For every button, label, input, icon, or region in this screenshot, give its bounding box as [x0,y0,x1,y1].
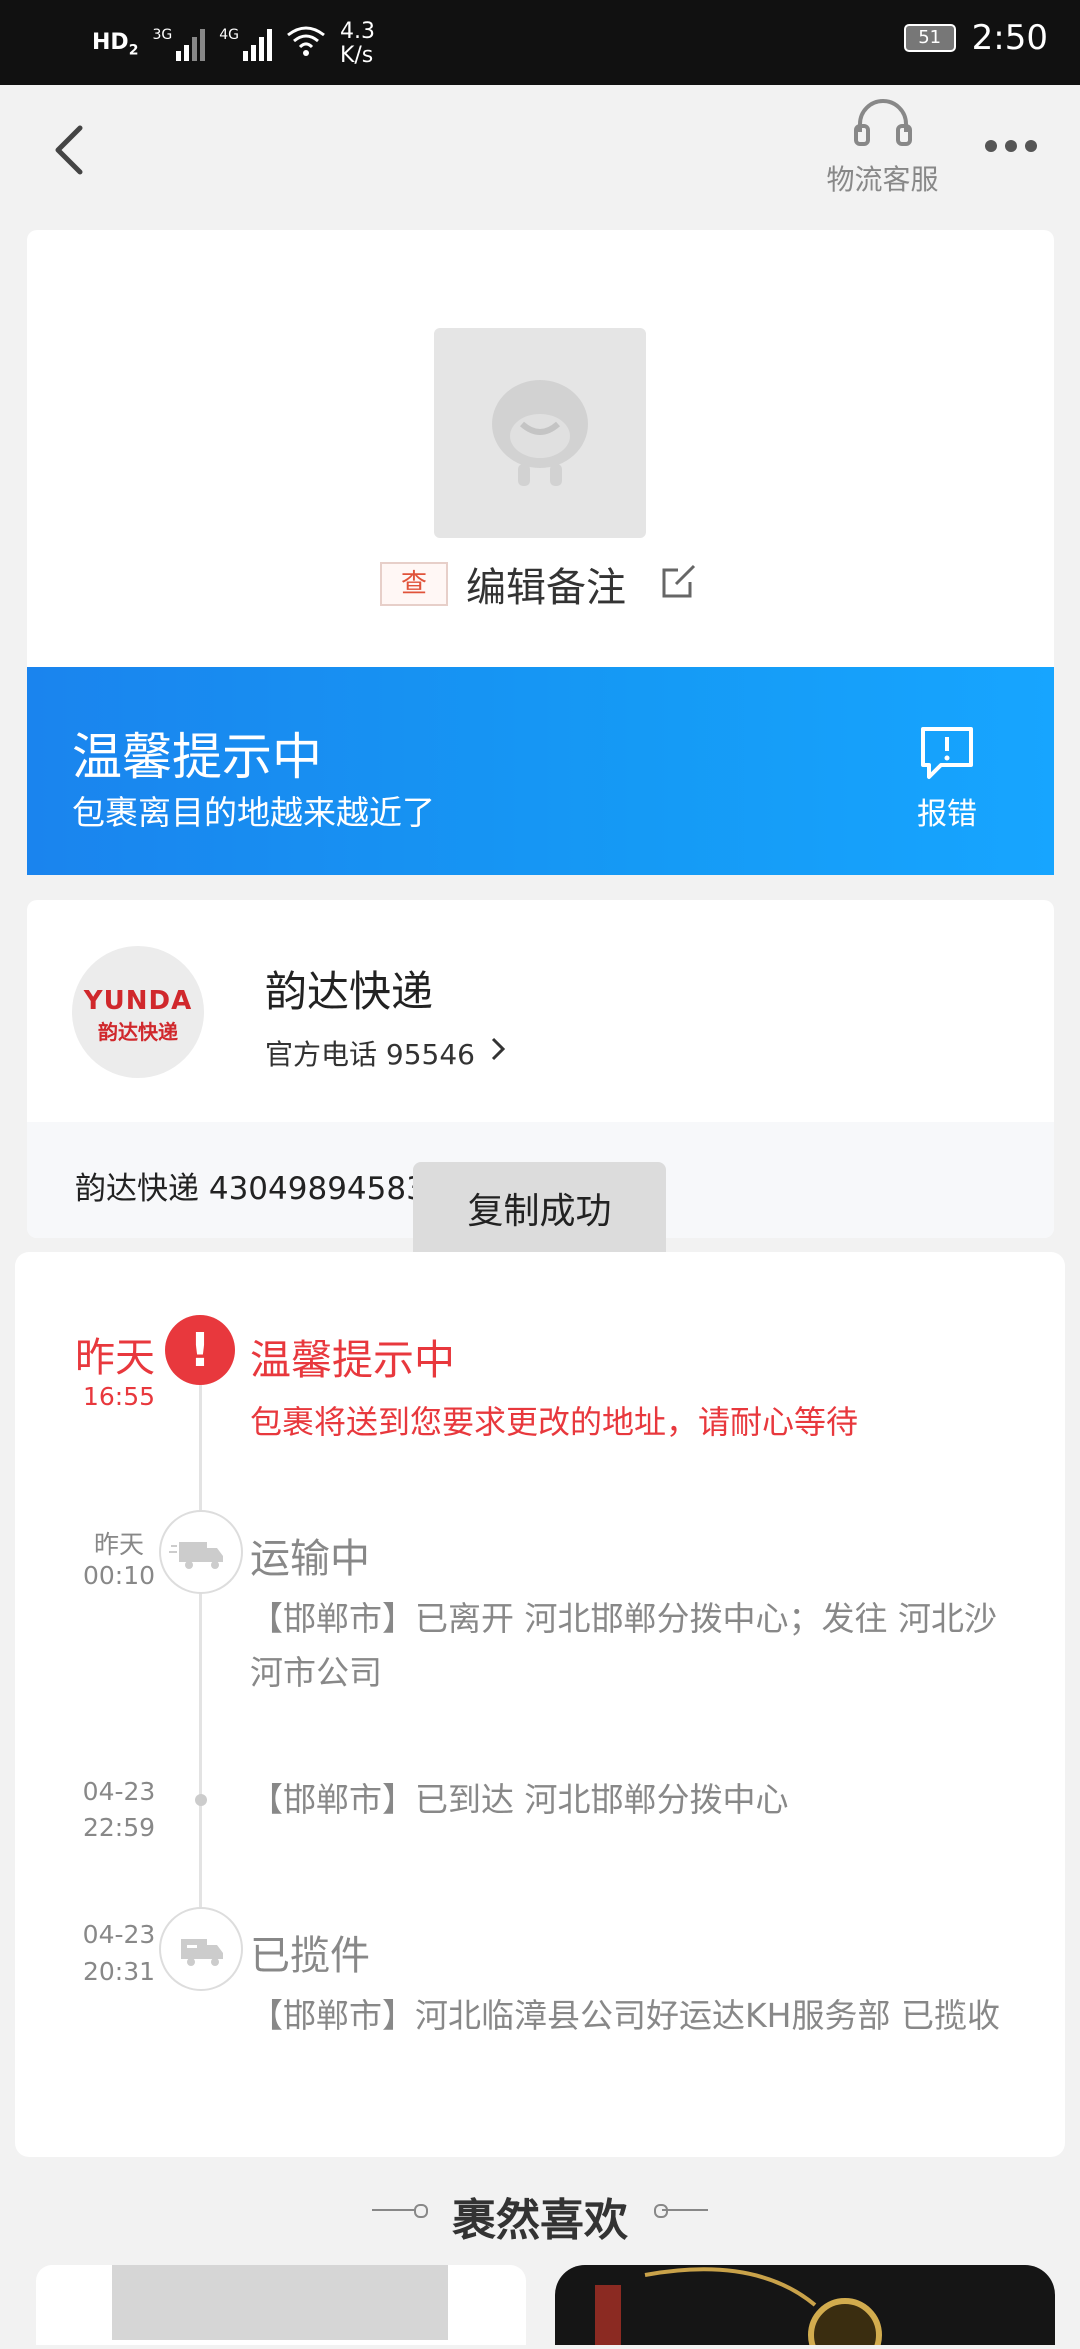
edit-note-button[interactable]: 编辑备注 [466,555,626,613]
edit-icon[interactable] [660,562,698,604]
query-tag: 查 [380,562,448,606]
copy-success-toast: 复制成功 [413,1162,666,1262]
placeholder-mascot-icon [492,380,588,486]
chevron-left-icon [55,125,83,175]
timeline-line [199,1340,202,1960]
truck-icon [159,1510,243,1594]
yunda-logo: YUNDA 韵达快递 [72,946,204,1078]
hd-indicator: HD2 [92,29,139,59]
event-description: 【邯郸市】河北临漳县公司好运达KH服务部 已揽收 [250,1996,1000,2035]
wifi-icon [286,25,326,63]
report-label: 报错 [917,797,977,832]
timeline-dot [195,1794,207,1806]
event-title: 温馨提示中 [250,1336,455,1384]
status-bar: HD2 3G 4G 4.3 K/s 51 2:50 [0,0,1080,85]
event-time: 20:31 [82,1957,156,1986]
event-day: 04-23 [82,1920,156,1949]
banner-title: 温馨提示中 [72,728,322,786]
courier-name: 韵达快递 [265,967,434,1016]
signal-4g: 4G [219,27,272,61]
event-time: 22:59 [82,1813,156,1842]
recommend-item-image [595,2267,882,2349]
more-dots-icon [985,140,997,152]
event-day: 04-23 [82,1777,156,1806]
signal-icon [176,27,206,61]
banner-subtitle: 包裹离目的地越来越近了 [72,793,435,832]
battery-icon: 51 [903,24,956,52]
report-error-button[interactable]: 报错 [912,725,982,833]
divider-line [662,2209,708,2211]
alert-icon: ! [165,1315,235,1385]
event-time: 16:55 [82,1382,156,1411]
report-icon [921,727,973,779]
courier-phone-link[interactable]: 官方电话 95546 [265,1033,475,1073]
tracking-number[interactable]: 韵达快递 4304989458331 [75,1163,465,1208]
divider-dot [654,2204,668,2218]
event-description: 【邯郸市】已到达 河北邯郸分拨中心 [250,1780,789,1819]
recommend-title: 裹然喜欢 [452,2195,628,2246]
recommend-item[interactable] [555,2265,1055,2349]
headset-icon [853,99,912,146]
clock: 2:50 [971,18,1048,58]
event-time: 00:10 [82,1561,156,1590]
event-description: 【邯郸市】已离开 河北邯郸分拨中心；发往 河北沙河市公司 [250,1599,997,1692]
network-speed: 4.3 K/s [339,19,375,68]
chevron-right-icon [490,1036,506,1066]
pickup-truck-icon [159,1907,243,1991]
recommend-item-image[interactable] [112,2265,448,2340]
event-description: 包裹将送到您要求更改的地址，请耐心等待 [250,1403,859,1441]
signal-icon [242,27,272,61]
more-options-button[interactable] [985,140,1037,152]
product-image-placeholder[interactable] [434,328,646,538]
event-day: 昨天 [75,1335,155,1381]
back-button[interactable] [50,120,98,180]
customer-service-label: 物流客服 [826,163,939,196]
signal-3g: 3G [152,27,206,61]
event-title: 运输中 [250,1536,370,1582]
logistics-customer-service-button[interactable]: 物流客服 [820,96,945,198]
event-title: 已揽件 [250,1933,370,1979]
event-day: 昨天 [93,1530,144,1559]
